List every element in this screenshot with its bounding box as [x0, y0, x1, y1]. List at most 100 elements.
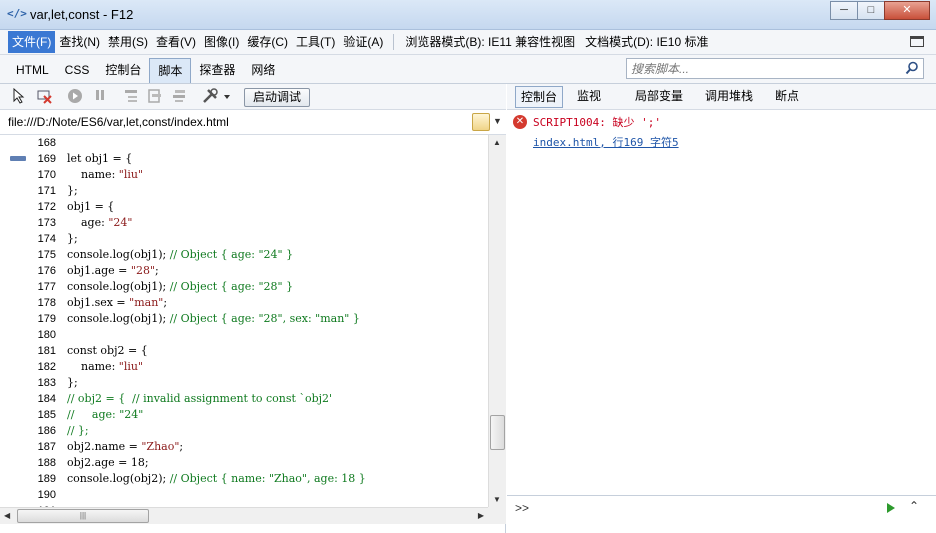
- line-number[interactable]: 179: [30, 311, 56, 327]
- code-line[interactable]: 189 console.log(obj2); // Object { name: …: [0, 471, 488, 487]
- vertical-scrollbar[interactable]: ▲ ▼: [488, 135, 506, 507]
- vertical-scroll-thumb[interactable]: [490, 415, 505, 450]
- menu-cache[interactable]: 缓存(C): [243, 31, 292, 53]
- line-number[interactable]: 183: [30, 375, 56, 391]
- scroll-down-icon[interactable]: ▼: [493, 495, 501, 504]
- close-button[interactable]: ✕: [884, 1, 930, 20]
- code-line[interactable]: 170 name: "liu": [0, 167, 488, 183]
- line-number[interactable]: 184: [30, 391, 56, 407]
- tab-network[interactable]: 网络: [243, 58, 283, 83]
- line-number[interactable]: 172: [30, 199, 56, 215]
- code-line[interactable]: 169 let obj1 = {: [0, 151, 488, 167]
- menu-disable[interactable]: 禁用(S): [104, 31, 152, 53]
- code-line[interactable]: 180: [0, 327, 488, 343]
- code-token: };: [67, 376, 78, 389]
- step-over-icon[interactable]: [146, 88, 164, 106]
- tab-debug-console[interactable]: 控制台: [515, 86, 564, 108]
- menu-file[interactable]: 文件(F): [8, 31, 56, 53]
- line-number[interactable]: 176: [30, 263, 56, 279]
- continue-icon[interactable]: [66, 88, 84, 106]
- maximize-button[interactable]: □: [857, 1, 885, 20]
- code-line[interactable]: 181 const obj2 = {: [0, 343, 488, 359]
- code-line[interactable]: 171};: [0, 183, 488, 199]
- code-text: console.log(obj2); // Object { name: "Zh…: [67, 471, 366, 487]
- run-script-icon[interactable]: [887, 503, 895, 513]
- clear-breakpoints-icon[interactable]: [36, 88, 54, 106]
- error-source-link[interactable]: index.html, 行169 字符5: [533, 134, 679, 150]
- line-number[interactable]: 181: [30, 343, 56, 359]
- line-number[interactable]: 182: [30, 359, 56, 375]
- menu-validate[interactable]: 验证(A): [339, 31, 387, 53]
- code-line[interactable]: 173 age: "24": [0, 215, 488, 231]
- search-input[interactable]: [627, 59, 897, 78]
- line-number[interactable]: 170: [30, 167, 56, 183]
- tab-console[interactable]: 控制台: [97, 58, 149, 83]
- horizontal-scroll-thumb[interactable]: |||: [17, 509, 149, 523]
- code-line[interactable]: 187 obj2.name = "Zhao";: [0, 439, 488, 455]
- code-line[interactable]: 175 console.log(obj1); // Object { age: "…: [0, 247, 488, 263]
- scroll-right-icon[interactable]: ▶: [478, 511, 484, 520]
- menu-browser-mode[interactable]: 浏览器模式(B): IE11 兼容性视图: [400, 31, 580, 53]
- line-number[interactable]: 171: [30, 183, 56, 199]
- line-number[interactable]: 188: [30, 455, 56, 471]
- code-line[interactable]: 185 // age: "24": [0, 407, 488, 423]
- code-line[interactable]: 188 obj2.age = 18;: [0, 455, 488, 471]
- code-line[interactable]: 182 name: "liu": [0, 359, 488, 375]
- line-number[interactable]: 173: [30, 215, 56, 231]
- line-number[interactable]: 169: [30, 151, 56, 167]
- menu-images[interactable]: 图像(I): [200, 31, 243, 53]
- code-line[interactable]: 176 obj1.age = "28";: [0, 263, 488, 279]
- code-line[interactable]: 174};: [0, 231, 488, 247]
- pause-icon[interactable]: [91, 88, 109, 106]
- line-number[interactable]: 185: [30, 407, 56, 423]
- code-line[interactable]: 190: [0, 487, 488, 503]
- menu-find[interactable]: 查找(N): [55, 31, 104, 53]
- console-input[interactable]: [533, 499, 873, 517]
- select-element-icon[interactable]: [10, 87, 28, 106]
- chevron-down-icon[interactable]: ▼: [493, 116, 502, 126]
- code-line[interactable]: 183};: [0, 375, 488, 391]
- scroll-up-icon[interactable]: ▲: [493, 138, 501, 147]
- script-file-path[interactable]: file:///D:/Note/ES6/var,let,const/index.…: [8, 115, 229, 129]
- tab-html[interactable]: HTML: [8, 58, 57, 83]
- line-number[interactable]: 168: [30, 135, 56, 151]
- code-line[interactable]: 172 obj1 = {: [0, 199, 488, 215]
- start-debugging-button[interactable]: 启动调试: [244, 88, 310, 107]
- tab-css[interactable]: CSS: [57, 58, 98, 83]
- horizontal-scrollbar[interactable]: ◀ ||| ▶: [0, 507, 488, 524]
- dock-window-icon[interactable]: [910, 36, 924, 47]
- line-number[interactable]: 174: [30, 231, 56, 247]
- step-into-icon[interactable]: [122, 88, 140, 106]
- tab-locals[interactable]: 局部变量: [630, 86, 688, 108]
- expand-multiline-icon[interactable]: ⌃: [909, 499, 919, 513]
- tab-call-stack[interactable]: 调用堆栈: [700, 86, 758, 108]
- code-line[interactable]: 177 console.log(obj1); // Object { age: "…: [0, 279, 488, 295]
- script-file-icon[interactable]: [472, 113, 490, 131]
- line-number[interactable]: 180: [30, 327, 56, 343]
- line-number[interactable]: 190: [30, 487, 56, 503]
- tab-watch[interactable]: 监视: [572, 86, 606, 108]
- menu-tools[interactable]: 工具(T): [292, 31, 339, 53]
- line-number[interactable]: 178: [30, 295, 56, 311]
- code-line[interactable]: 178 obj1.sex = "man";: [0, 295, 488, 311]
- line-number[interactable]: 186: [30, 423, 56, 439]
- tab-profiler[interactable]: 探查器: [191, 58, 243, 83]
- tab-script[interactable]: 脚本: [149, 58, 192, 83]
- tab-breakpoints[interactable]: 断点: [770, 86, 804, 108]
- code-editor[interactable]: 168 169 let obj1 = {170 name: "liu" 171}; 17…: [0, 135, 488, 507]
- menu-document-mode[interactable]: 文档模式(D): IE10 标准: [580, 31, 713, 53]
- line-number[interactable]: 175: [30, 247, 56, 263]
- code-line[interactable]: 179 console.log(obj1); // Object { age: "…: [0, 311, 488, 327]
- minimize-button[interactable]: ─: [830, 1, 858, 20]
- menu-view[interactable]: 查看(V): [152, 31, 200, 53]
- line-number[interactable]: 177: [30, 279, 56, 295]
- line-number[interactable]: 189: [30, 471, 56, 487]
- code-line[interactable]: 168: [0, 135, 488, 151]
- search-icon[interactable]: [905, 61, 919, 75]
- code-line[interactable]: 186 // };: [0, 423, 488, 439]
- line-number[interactable]: 187: [30, 439, 56, 455]
- step-out-icon[interactable]: [170, 88, 188, 106]
- debug-settings-icon[interactable]: [202, 88, 232, 106]
- code-line[interactable]: 184 // obj2 = { // invalid assignment to …: [0, 391, 488, 407]
- scroll-left-icon[interactable]: ◀: [4, 511, 10, 520]
